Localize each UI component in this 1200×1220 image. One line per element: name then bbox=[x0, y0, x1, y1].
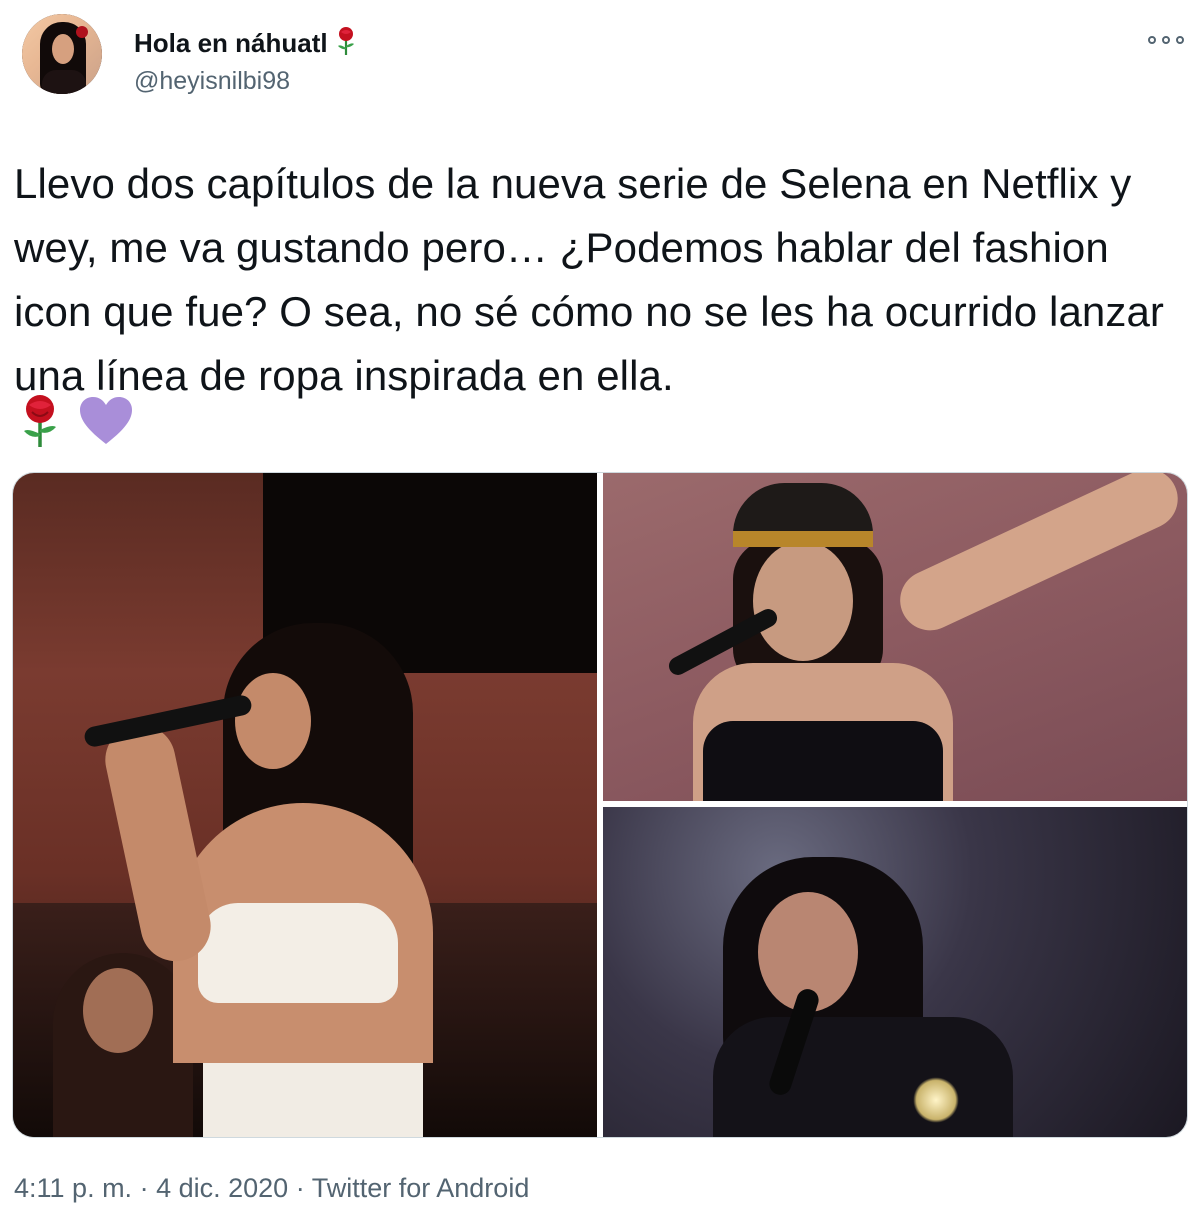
more-options-icon[interactable] bbox=[1148, 30, 1184, 50]
tweet-meta: 4:11 p. m. · 4 dic. 2020 · Twitter for A… bbox=[14, 1170, 529, 1206]
tweet-source[interactable]: Twitter for Android bbox=[312, 1173, 530, 1203]
meta-separator: · bbox=[139, 1173, 149, 1203]
selena-leather-jacket-photo[interactable] bbox=[603, 807, 1187, 1137]
handle[interactable]: @heyisnilbi98 bbox=[134, 66, 290, 96]
tweet-date[interactable]: 4 dic. 2020 bbox=[156, 1173, 288, 1203]
purple-heart-icon bbox=[80, 397, 132, 444]
meta-separator: · bbox=[295, 1173, 305, 1203]
emoji-row bbox=[18, 394, 134, 448]
avatar[interactable] bbox=[22, 14, 102, 94]
rose-icon bbox=[24, 395, 56, 447]
media-grid bbox=[12, 472, 1188, 1138]
rose-icon bbox=[334, 26, 358, 62]
display-name-text[interactable]: Hola en náhuatl bbox=[134, 28, 328, 58]
display-name[interactable]: Hola en náhuatl bbox=[134, 26, 358, 62]
selena-white-top-photo[interactable] bbox=[13, 473, 597, 1137]
selena-cap-photo[interactable] bbox=[603, 473, 1187, 801]
tweet-time[interactable]: 4:11 p. m. bbox=[14, 1173, 132, 1203]
tweet-text: Llevo dos capítulos de la nueva serie de… bbox=[14, 160, 1165, 399]
